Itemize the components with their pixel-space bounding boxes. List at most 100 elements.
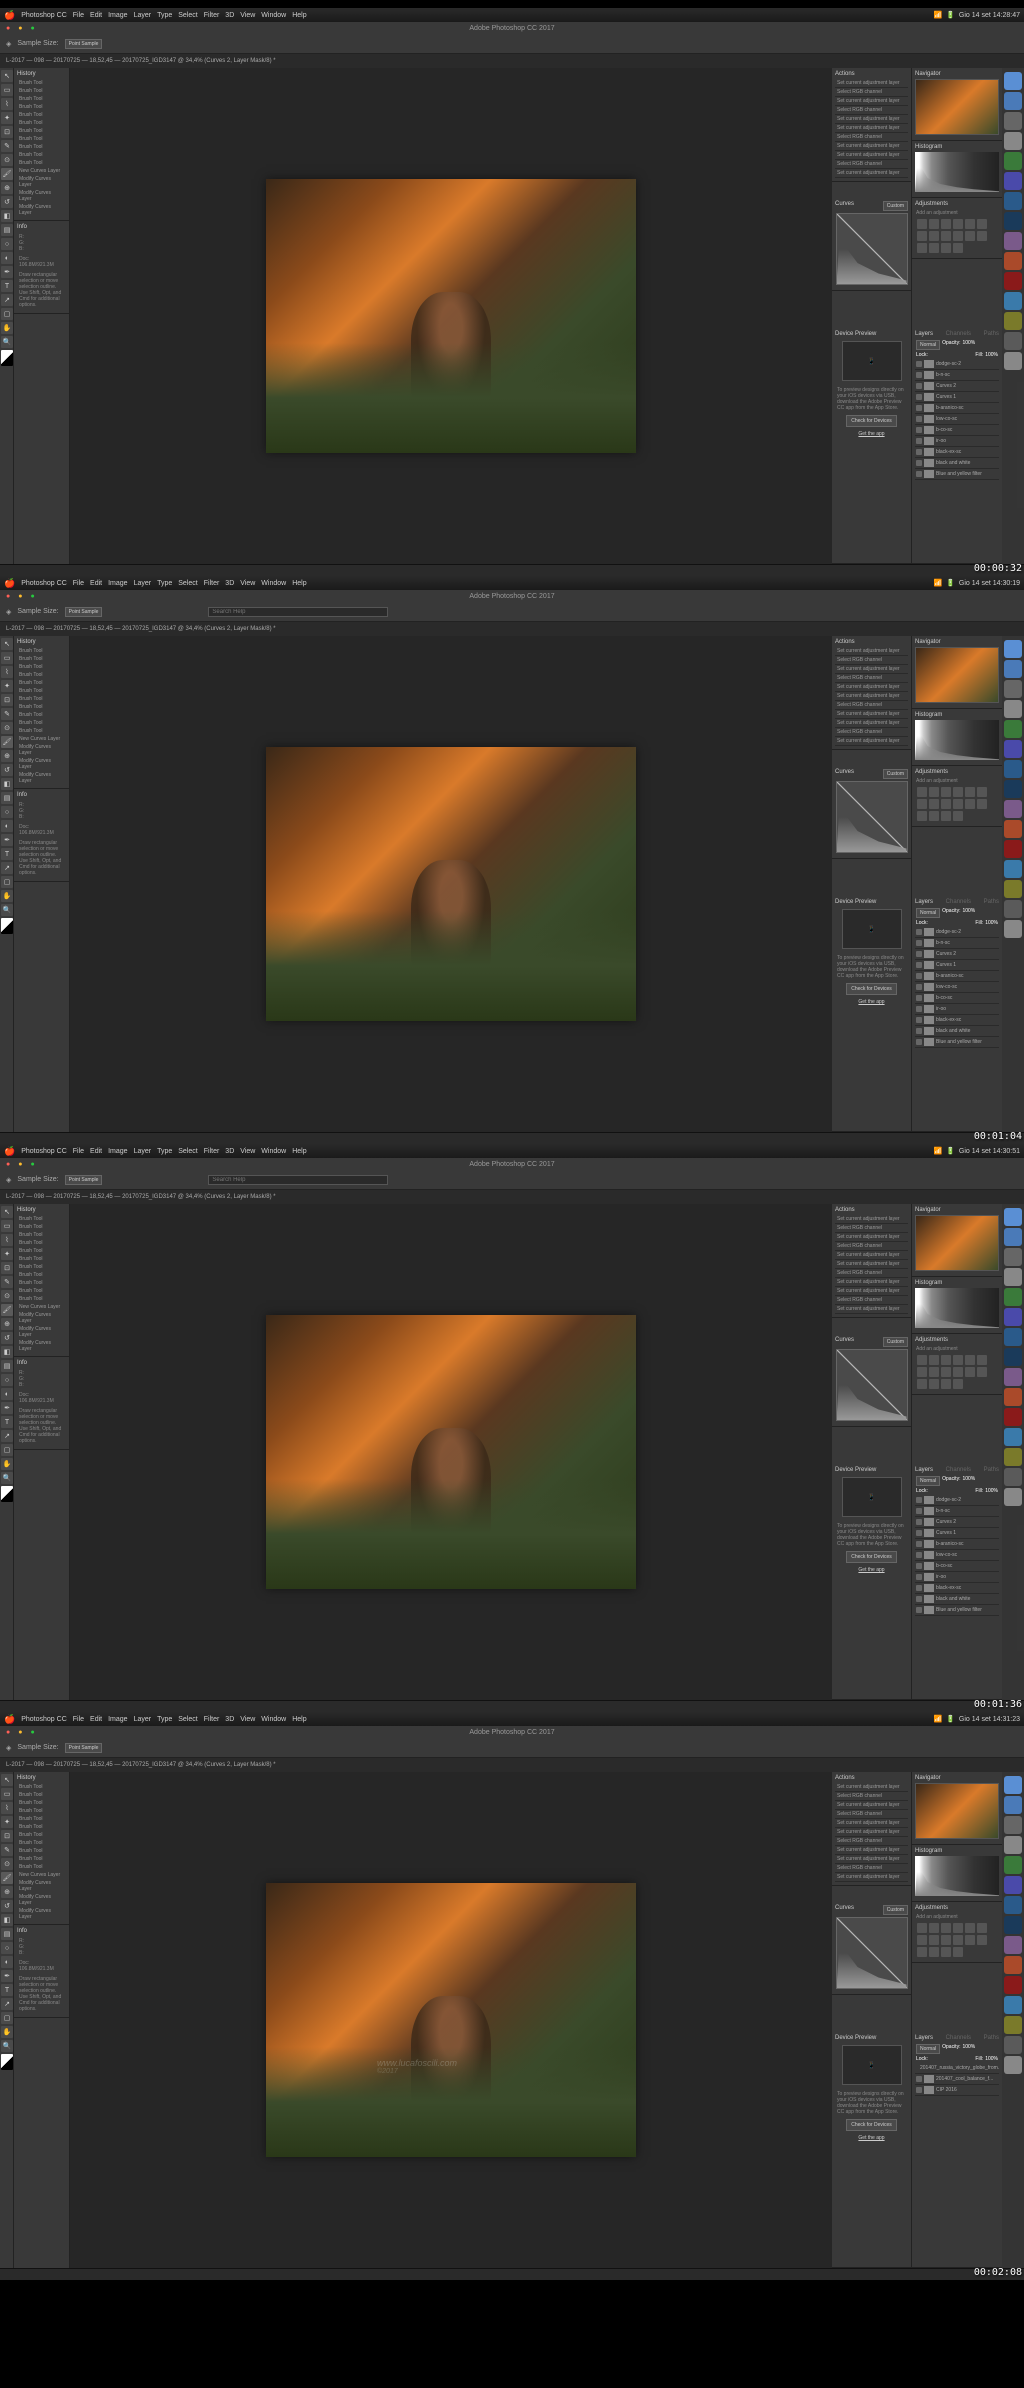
zoom-tool[interactable]: 🔍 (1, 1472, 13, 1484)
clock[interactable]: Gio 14 set 14:30:19 (959, 580, 1020, 587)
adj-bw[interactable] (929, 231, 939, 241)
shape-tool[interactable]: ▢ (1, 308, 13, 320)
menu-select[interactable]: Select (178, 12, 197, 19)
image-canvas[interactable]: www.lucafoscili.com©2017 (266, 1883, 636, 2157)
adj-poster[interactable] (917, 811, 927, 821)
menu-help[interactable]: Help (292, 1716, 306, 1723)
zoom-tool[interactable]: 🔍 (1, 336, 13, 348)
menu-window[interactable]: Window (261, 1716, 286, 1723)
layers-header[interactable]: Layers (915, 331, 933, 337)
menu-view[interactable]: View (240, 1148, 255, 1155)
dock-app-11[interactable] (1004, 1428, 1022, 1446)
adj-selective[interactable] (953, 1379, 963, 1389)
list-item[interactable]: Select RGB channel (835, 160, 908, 169)
opacity-value[interactable]: 100% (962, 2044, 975, 2054)
dock-app-1[interactable] (1004, 1228, 1022, 1246)
list-item[interactable]: Brush Tool (17, 1839, 66, 1847)
maximize-icon[interactable]: ● (30, 1729, 34, 1736)
app-name-menu[interactable]: Photoshop CC (21, 1716, 67, 1723)
check-devices-button[interactable]: Check for Devices (846, 983, 897, 995)
hand-tool[interactable]: ✋ (1, 2026, 13, 2038)
visibility-icon[interactable] (916, 383, 922, 389)
curves-graph[interactable] (836, 1917, 908, 1989)
layer-row[interactable]: 201407_cool_balance_f... (915, 2074, 999, 2085)
menu-window[interactable]: Window (261, 1148, 286, 1155)
type-tool[interactable]: T (1, 280, 13, 292)
adj-brightness[interactable] (917, 1923, 927, 1933)
history-brush-tool[interactable]: ↺ (1, 1332, 13, 1344)
hand-tool[interactable]: ✋ (1, 1458, 13, 1470)
menu-filter[interactable]: Filter (204, 1716, 220, 1723)
move-tool[interactable]: ↖ (1, 1206, 13, 1218)
healing-tool[interactable]: ⊙ (1, 1858, 13, 1870)
menu-type[interactable]: Type (157, 1148, 172, 1155)
crop-tool[interactable]: ⊡ (1, 1262, 13, 1274)
eraser-tool[interactable]: ◧ (1, 1346, 13, 1358)
list-item[interactable]: New Curves Layer (17, 1303, 66, 1311)
layer-row[interactable]: black and white (915, 1026, 999, 1037)
layer-row[interactable]: low-co-sc (915, 414, 999, 425)
list-item[interactable]: Set current adjustment layer (835, 151, 908, 160)
visibility-icon[interactable] (916, 1552, 922, 1558)
paths-tab[interactable]: Paths (984, 1467, 999, 1473)
dock-app-5[interactable] (1004, 172, 1022, 190)
app-name-menu[interactable]: Photoshop CC (21, 12, 67, 19)
adj-levels[interactable] (929, 219, 939, 229)
list-item[interactable]: Modify Curves Layer (17, 771, 66, 785)
type-tool[interactable]: T (1, 848, 13, 860)
list-item[interactable]: Modify Curves Layer (17, 203, 66, 217)
dock-app-6[interactable] (1004, 1328, 1022, 1346)
adj-lookup[interactable] (965, 1367, 975, 1377)
adj-invert[interactable] (977, 799, 987, 809)
curves-graph[interactable] (836, 1349, 908, 1421)
get-app-button[interactable]: Get the app (854, 1565, 888, 1575)
dock-app-12[interactable] (1004, 880, 1022, 898)
wand-tool[interactable]: ✦ (1, 680, 13, 692)
visibility-icon[interactable] (916, 995, 922, 1001)
paths-tab[interactable]: Paths (984, 331, 999, 337)
eraser-tool[interactable]: ◧ (1, 1914, 13, 1926)
list-item[interactable]: Brush Tool (17, 1799, 66, 1807)
fill-value[interactable]: 100% (985, 352, 998, 358)
adj-mixer[interactable] (953, 1935, 963, 1945)
dock-app-13[interactable] (1004, 900, 1022, 918)
close-icon[interactable]: ● (6, 25, 10, 32)
blend-mode[interactable]: Normal (916, 340, 940, 350)
menu-select[interactable]: Select (178, 1716, 197, 1723)
menu-3d[interactable]: 3D (225, 580, 234, 587)
check-devices-button[interactable]: Check for Devices (846, 1551, 897, 1563)
canvas-area[interactable]: www.lucafoscili.com©2017 (70, 1772, 832, 2268)
type-tool[interactable]: T (1, 1416, 13, 1428)
list-item[interactable]: Brush Tool (17, 1847, 66, 1855)
list-item[interactable]: Modify Curves Layer (17, 1339, 66, 1353)
list-item[interactable]: Modify Curves Layer (17, 743, 66, 757)
lasso-tool[interactable]: ⌇ (1, 666, 13, 678)
list-item[interactable]: Select RGB channel (835, 1242, 908, 1251)
list-item[interactable]: Brush Tool (17, 95, 66, 103)
path-tool[interactable]: ↗ (1, 1430, 13, 1442)
visibility-icon[interactable] (916, 940, 922, 946)
dock-app-1[interactable] (1004, 92, 1022, 110)
gradient-tool[interactable]: ▤ (1, 792, 13, 804)
clock[interactable]: Gio 14 set 14:30:51 (959, 1148, 1020, 1155)
adj-photo[interactable] (941, 799, 951, 809)
dock-app-9[interactable] (1004, 1388, 1022, 1406)
layer-row[interactable]: Blue and yellow filter (915, 1037, 999, 1048)
dock-app-0[interactable] (1004, 72, 1022, 90)
menu-3d[interactable]: 3D (225, 1148, 234, 1155)
pen-tool[interactable]: ✒ (1, 1402, 13, 1414)
list-item[interactable]: Brush Tool (17, 1223, 66, 1231)
adj-mixer[interactable] (953, 799, 963, 809)
path-tool[interactable]: ↗ (1, 862, 13, 874)
adj-invert[interactable] (977, 1935, 987, 1945)
adj-curves[interactable] (941, 219, 951, 229)
list-item[interactable]: Select RGB channel (835, 88, 908, 97)
list-item[interactable]: Set current adjustment layer (835, 710, 908, 719)
adj-levels[interactable] (929, 1355, 939, 1365)
adj-colorbalance[interactable] (917, 1367, 927, 1377)
adj-levels[interactable] (929, 787, 939, 797)
list-item[interactable]: Brush Tool (17, 127, 66, 135)
dock-app-2[interactable] (1004, 1248, 1022, 1266)
sample-dropdown[interactable]: Point Sample (65, 39, 103, 49)
battery-icon[interactable]: 🔋 (946, 579, 955, 587)
